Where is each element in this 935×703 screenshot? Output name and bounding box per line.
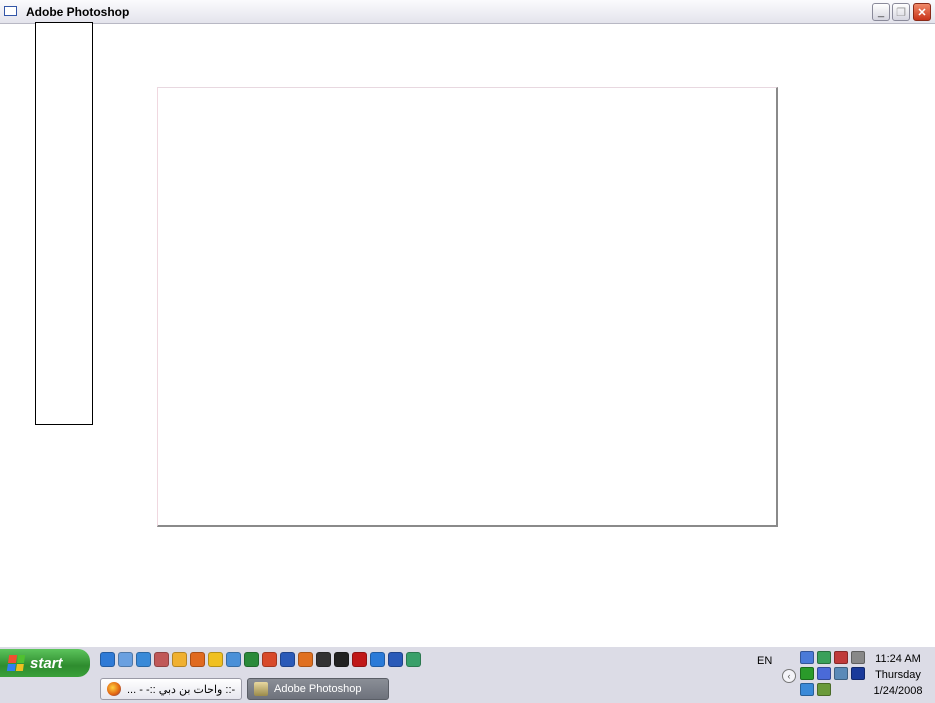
media-icon[interactable] [190,652,205,667]
powerpoint-icon[interactable] [262,652,277,667]
chat-icon[interactable] [370,652,385,667]
taskbar: start EN ... - -:: واحات بن دبي ::- Adob… [0,646,935,703]
ie-settings-icon[interactable] [154,652,169,667]
network-icon[interactable] [800,651,814,664]
photoshop-icon [254,682,268,696]
firefox-icon [107,682,121,696]
document-canvas[interactable] [157,87,778,527]
minimize-button[interactable]: _ [872,3,890,21]
close-button[interactable]: ✕ [913,3,931,21]
clock-date: 1/24/2008 [873,685,923,697]
language-indicator[interactable]: EN [757,655,772,667]
shield-icon[interactable] [834,667,848,680]
clock[interactable]: 11:24 AM Thursday 1/24/2008 [866,651,930,699]
windows-logo-icon [6,655,26,671]
window-app-icon[interactable] [4,6,17,16]
real-player-icon[interactable] [352,652,367,667]
outlook-express-icon[interactable] [136,652,151,667]
quick-launch-bar [100,652,421,672]
messenger-tray-icon[interactable] [817,651,831,664]
show-hidden-icons-button[interactable]: ‹ [782,669,796,683]
disk-icon[interactable] [851,651,865,664]
calculator-icon[interactable] [334,652,349,667]
notepad-icon[interactable] [118,652,133,667]
excel-icon[interactable] [244,652,259,667]
users-icon[interactable] [406,652,421,667]
word-icon[interactable] [388,652,403,667]
start-button[interactable]: start [0,649,90,677]
taskbar-button-label: ... - -:: واحات بن دبي ::- [127,683,236,696]
taskbar-button-photoshop[interactable]: Adobe Photoshop [247,678,389,700]
start-label: start [30,654,63,672]
tools-panel[interactable] [35,22,93,425]
clock-time: 11:24 AM [875,653,921,665]
computer-icon[interactable] [817,667,831,680]
system-tray [800,651,868,696]
messenger-icon[interactable] [172,652,187,667]
media-player-icon[interactable] [316,652,331,667]
window-title-bar[interactable]: Adobe Photoshop _ ❐ ✕ [0,0,935,24]
display-icon[interactable] [851,667,865,680]
internet-explorer-icon[interactable] [100,652,115,667]
firefox-icon[interactable] [298,652,313,667]
taskbar-button-browser[interactable]: ... - -:: واحات بن دبي ::- [100,678,242,700]
network-icon[interactable] [226,652,241,667]
restore-button[interactable]: ❐ [892,3,910,21]
taskbar-button-label: Adobe Photoshop [274,683,362,695]
word-doc-icon[interactable] [280,652,295,667]
norton-icon[interactable] [208,652,223,667]
antivirus-icon[interactable] [834,651,848,664]
bluetooth-icon[interactable] [800,683,814,696]
signal-icon[interactable] [800,667,814,680]
usb-icon[interactable] [817,683,831,696]
window-title: Adobe Photoshop [26,5,130,19]
clock-day: Thursday [875,669,921,681]
